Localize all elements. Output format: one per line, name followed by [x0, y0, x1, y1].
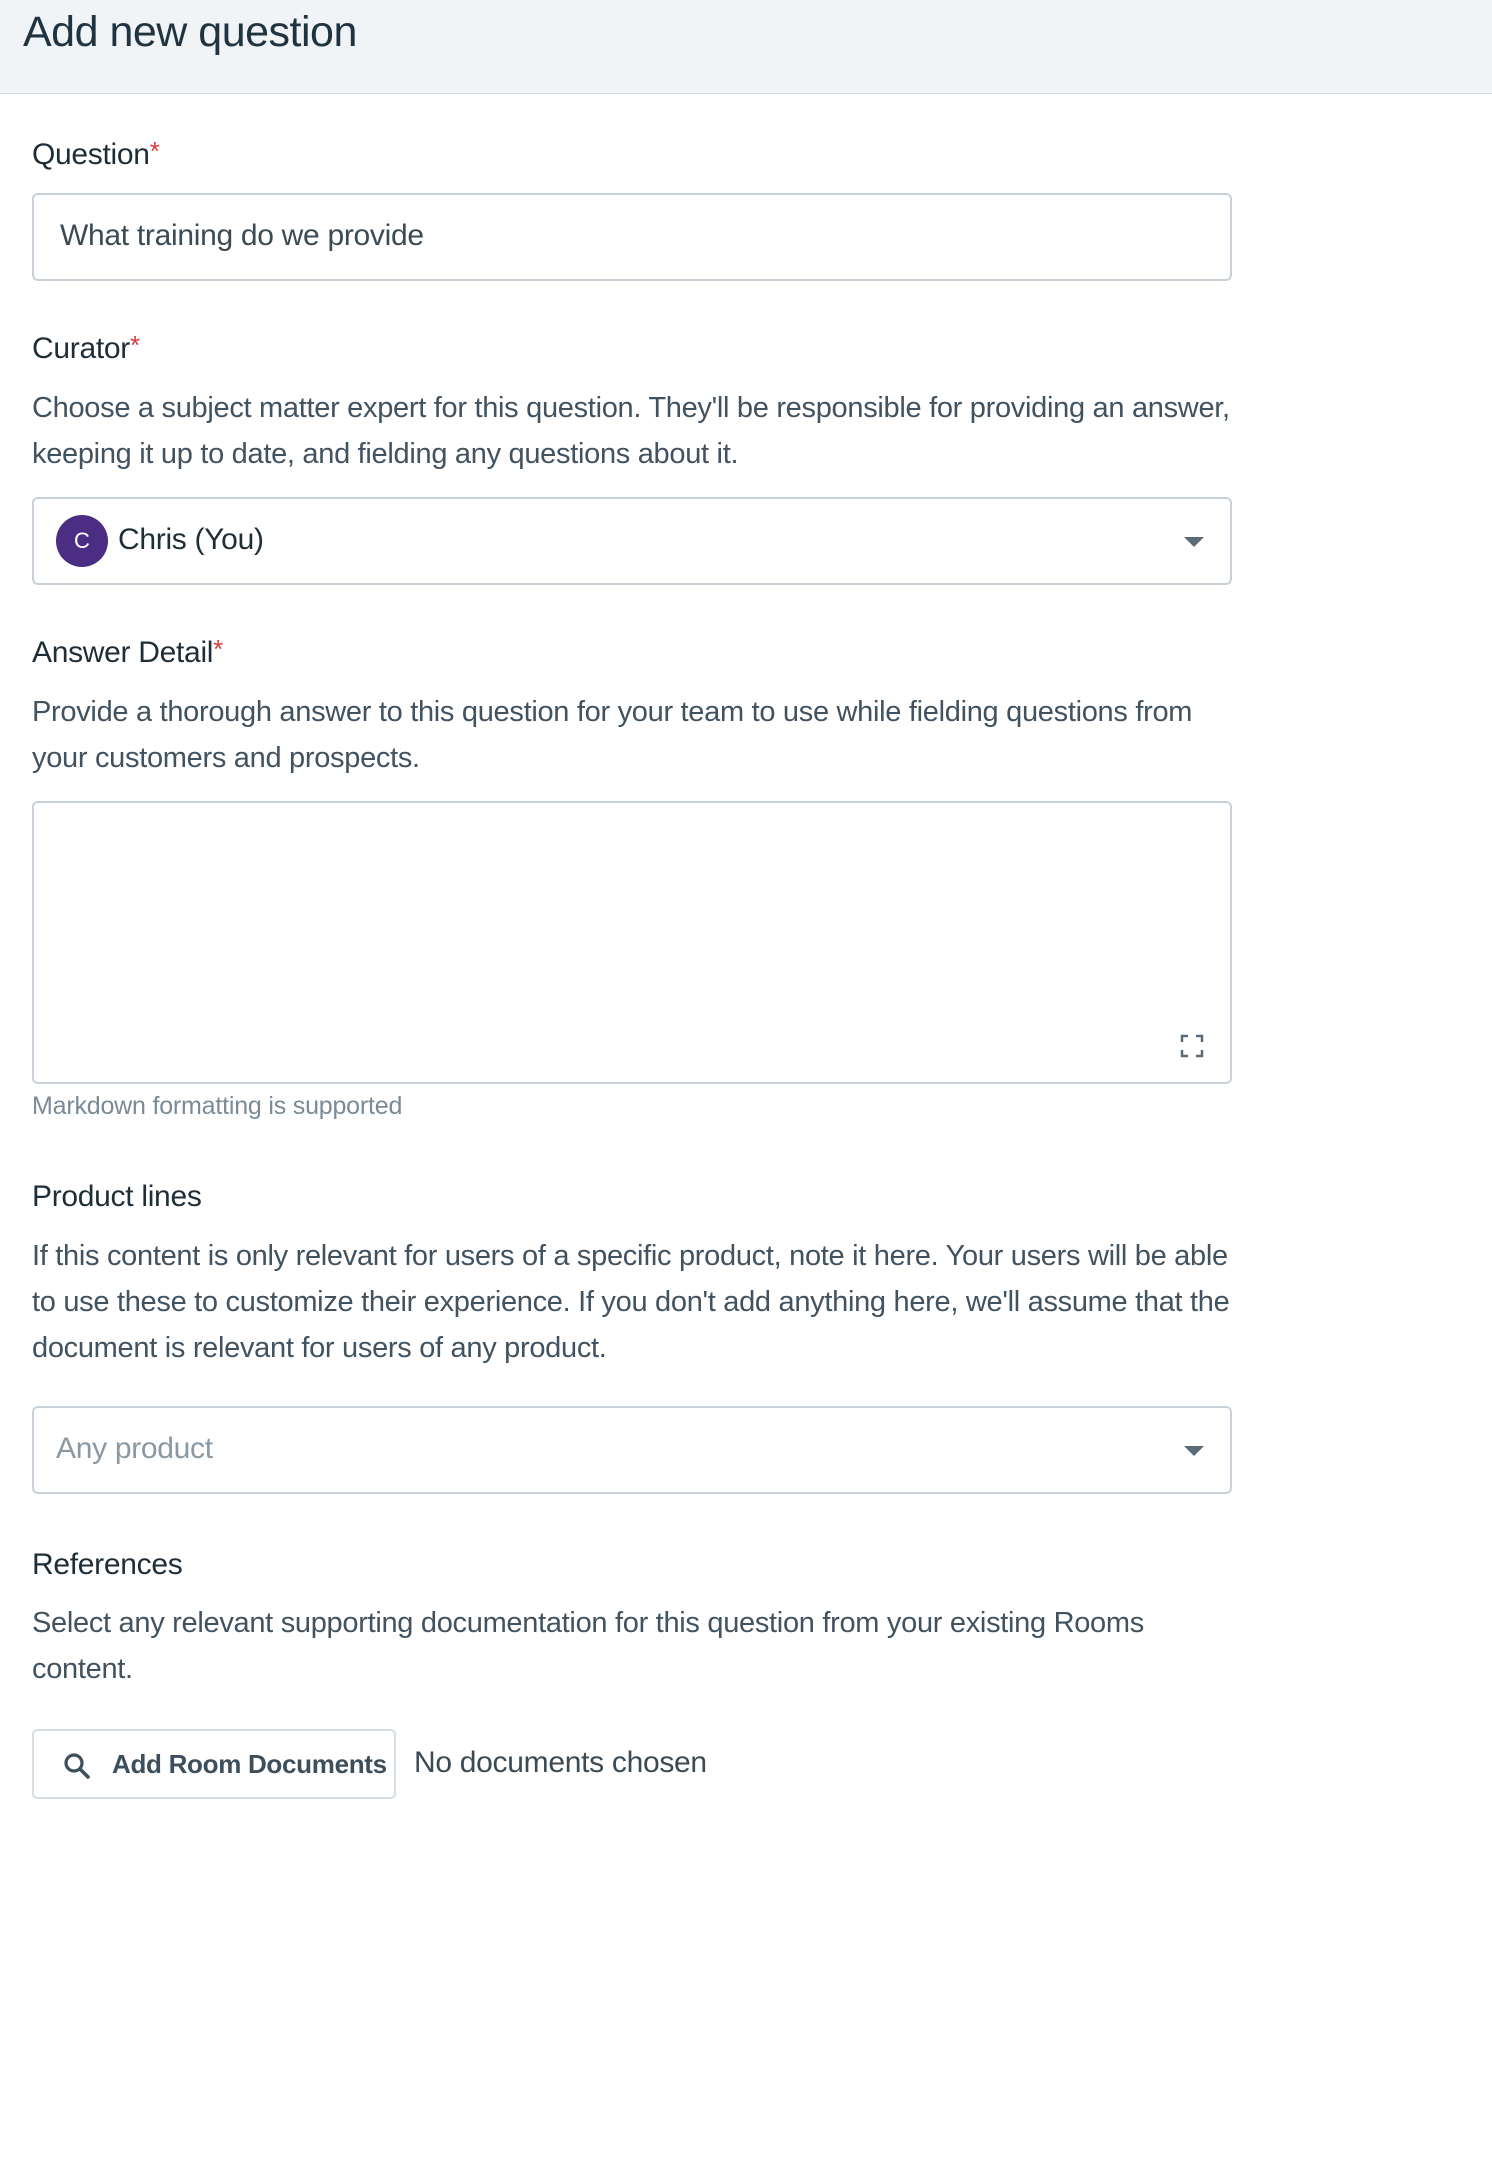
- chevron-down-icon: [1184, 537, 1204, 547]
- answer-detail-description: Provide a thorough answer to this questi…: [32, 696, 1193, 774]
- required-marker: *: [129, 330, 140, 360]
- references-description: Select any relevant supporting documenta…: [32, 1607, 1144, 1685]
- answer-detail-textarea[interactable]: [32, 801, 1232, 1084]
- answer-detail-label: Answer Detail*: [32, 634, 223, 669]
- documents-status: No documents chosen: [414, 1746, 707, 1779]
- references-label: References: [32, 1548, 183, 1581]
- product-lines-label: Product lines: [32, 1180, 202, 1213]
- add-room-documents-button[interactable]: Add Room Documents: [32, 1729, 396, 1799]
- product-lines-placeholder: Any product: [56, 1432, 213, 1465]
- required-marker: *: [149, 136, 160, 166]
- chevron-down-icon: [1184, 1446, 1204, 1456]
- page-title: Add new question: [23, 8, 357, 56]
- curator-description: Choose a subject matter expert for this …: [32, 392, 1230, 470]
- add-room-documents-label: Add Room Documents: [112, 1749, 387, 1779]
- product-lines-description: If this content is only relevant for use…: [32, 1240, 1230, 1364]
- page-header: Add new question: [0, 0, 1492, 94]
- question-input-value: What training do we provide: [60, 219, 424, 252]
- curator-select[interactable]: C Chris (You): [32, 497, 1232, 585]
- search-icon: [64, 1753, 90, 1779]
- markdown-hint: Markdown formatting is supported: [32, 1092, 403, 1120]
- expand-icon[interactable]: [1180, 1034, 1204, 1058]
- question-input[interactable]: What training do we provide: [32, 193, 1232, 281]
- product-lines-select[interactable]: Any product: [32, 1406, 1232, 1494]
- question-label: Question*: [32, 136, 160, 171]
- curator-selected-value: Chris (You): [118, 523, 264, 556]
- required-marker: *: [213, 634, 223, 664]
- curator-label: Curator*: [32, 330, 140, 365]
- avatar: C: [56, 515, 108, 567]
